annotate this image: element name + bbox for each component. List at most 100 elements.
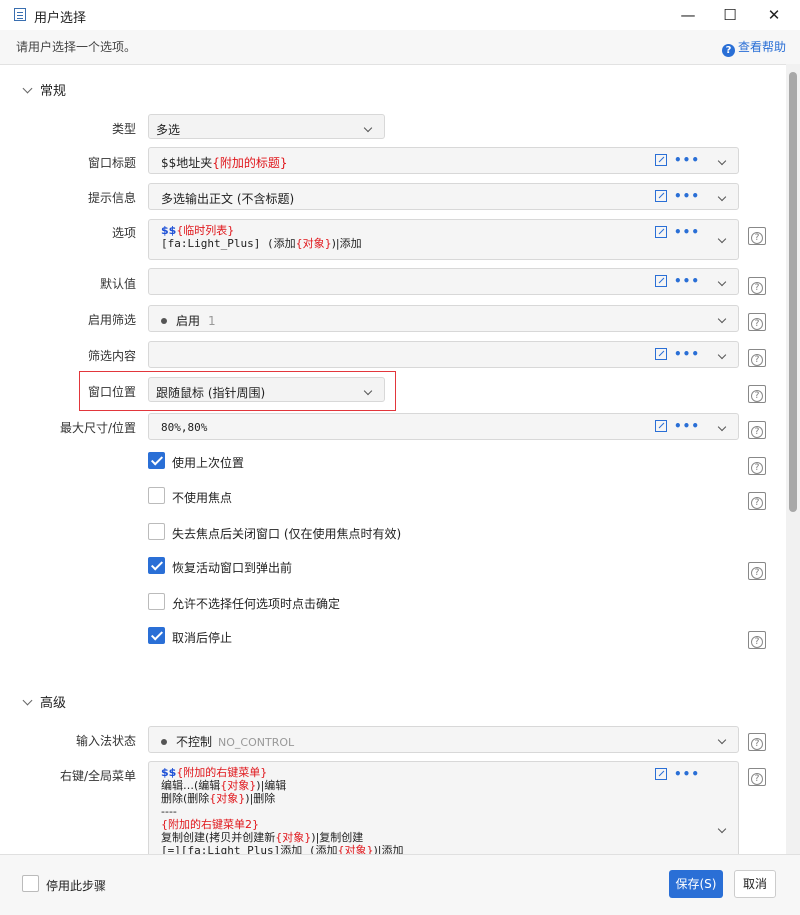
stop-on-cancel-label: 取消后停止 [172,631,233,645]
options-var: {临时列表} [176,224,235,237]
max-size-help-button[interactable]: ? [748,421,766,439]
options-label: 选项 [111,226,136,240]
help-link[interactable]: ? 查看帮助 [721,38,786,57]
cm-line7-a: [=][fa:Light_Plus]添加 (添加 [161,844,338,854]
close-on-blur-label: 失去焦点后关闭窗口 (仅在使用焦点时有效) [172,527,402,541]
type-label: 类型 [111,122,136,136]
chevron-down-icon[interactable] [717,314,727,324]
open-external-icon[interactable] [654,226,667,238]
help-icon: ? [751,282,763,294]
cm-line5-var: {附加的右键菜单2} [161,818,259,831]
stop-on-cancel-help-button[interactable]: ? [748,631,766,649]
cm-line3-a: 删除(删除 [161,792,210,805]
no-focus-checkbox[interactable] [148,487,165,504]
options-help-button[interactable]: ? [748,227,766,245]
open-external-icon[interactable] [654,420,667,432]
disable-step-label: 停用此步骤 [46,879,107,893]
minimize-button[interactable]: — [670,4,706,26]
filter-content-input[interactable]: ••• [148,341,739,368]
chevron-down-icon[interactable] [717,234,727,244]
cm-line7-b: )|添加 [373,844,404,854]
close-on-blur-checkbox[interactable] [148,523,165,540]
cm-line6-b: )|复制创建 [311,831,364,844]
section-general-header[interactable]: 常规 [22,80,66,99]
options-line2-var: {对象} [295,237,332,250]
more-icon[interactable]: ••• [674,153,700,167]
chevron-down-icon [363,386,373,396]
tip-value: 多选输出正文 (不含标题) [161,192,295,206]
cm-line7-var: {对象} [337,844,374,854]
use-last-position-help-button[interactable]: ? [748,457,766,475]
more-icon[interactable]: ••• [674,189,700,203]
section-advanced-header[interactable]: 高级 [22,692,66,711]
chevron-down-icon [363,123,373,133]
field-actions: ••• [654,347,700,362]
dialog-footer: 停用此步骤 保存(S) 取消 [0,854,800,915]
close-button[interactable]: ✕ [756,4,792,26]
disable-step-checkbox[interactable] [22,875,39,892]
window-title: 用户选择 [34,11,87,26]
restore-active-window-checkbox[interactable] [148,557,165,574]
help-icon: ? [751,497,763,509]
ime-select[interactable]: 不控制 NO_CONTROL [148,726,739,753]
window-position-help-button[interactable]: ? [748,385,766,403]
allow-empty-selection-checkbox[interactable] [148,593,165,610]
max-size-input[interactable]: 80%,80% ••• [148,413,739,440]
default-help-button[interactable]: ? [748,277,766,295]
filter-content-help-button[interactable]: ? [748,349,766,367]
ime-help-button[interactable]: ? [748,733,766,751]
help-icon: ? [751,773,763,785]
help-icon: ? [751,318,763,330]
open-external-icon[interactable] [654,190,667,202]
ime-label: 输入法状态 [75,734,136,748]
type-value: 多选 [156,123,181,137]
enable-filter-select[interactable]: 启用 1 [148,305,739,332]
chevron-down-icon[interactable] [717,824,727,834]
open-external-icon[interactable] [654,348,667,360]
cancel-button[interactable]: 取消 [734,870,776,898]
window-title-label: 窗口标题 [87,156,136,170]
no-focus-help-button[interactable]: ? [748,492,766,510]
chevron-down-icon[interactable] [717,350,727,360]
help-icon: ? [751,738,763,750]
window-position-select[interactable]: 跟随鼠标 (指针周围) [148,377,385,402]
save-button[interactable]: 保存(S) [669,870,723,898]
maximize-button[interactable]: ☐ [712,4,748,26]
more-icon[interactable]: ••• [674,767,700,781]
allow-empty-selection-label: 允许不选择任何选项时点击确定 [172,597,341,611]
chevron-down-icon[interactable] [717,735,727,745]
context-menu-help-button[interactable]: ? [748,768,766,786]
type-select[interactable]: 多选 [148,114,385,139]
more-icon[interactable]: ••• [674,347,700,361]
chevron-down-icon[interactable] [717,422,727,432]
options-line2-a: [fa:Light_Plus] (添加 [161,237,296,250]
options-input[interactable]: $${临时列表} [fa:Light_Plus] (添加{对象})|添加 ••• [148,219,739,260]
use-last-position-checkbox[interactable] [148,452,165,469]
window-position-value: 跟随鼠标 (指针周围) [156,386,266,400]
use-last-position-label: 使用上次位置 [172,456,245,470]
more-icon[interactable]: ••• [674,225,700,239]
stop-on-cancel-checkbox[interactable] [148,627,165,644]
scrollbar-thumb[interactable] [789,72,797,512]
tip-input[interactable]: 多选输出正文 (不含标题) ••• [148,183,739,210]
radio-dot-icon [161,318,167,324]
tip-label: 提示信息 [87,191,136,205]
restore-active-window-help-button[interactable]: ? [748,562,766,580]
context-menu-input[interactable]: $${附加的右键菜单} 编辑…(编辑{对象})|编辑 删除(删除{对象})|删除… [148,761,739,854]
open-external-icon[interactable] [654,154,667,166]
window-title-input[interactable]: $$地址夹{附加的标题} ••• [148,147,739,174]
restore-active-window-label: 恢复活动窗口到弹出前 [172,561,293,575]
no-focus-label: 不使用焦点 [172,491,233,505]
default-label: 默认值 [99,277,136,291]
chevron-down-icon[interactable] [717,192,727,202]
default-input[interactable]: ••• [148,268,739,295]
chevron-down-icon[interactable] [717,277,727,287]
options-prefix: $$ [161,224,177,237]
field-actions: ••• [654,767,700,782]
open-external-icon[interactable] [654,275,667,287]
chevron-down-icon[interactable] [717,156,727,166]
open-external-icon[interactable] [654,768,667,780]
more-icon[interactable]: ••• [674,419,700,433]
enable-filter-help-button[interactable]: ? [748,313,766,331]
more-icon[interactable]: ••• [674,274,700,288]
